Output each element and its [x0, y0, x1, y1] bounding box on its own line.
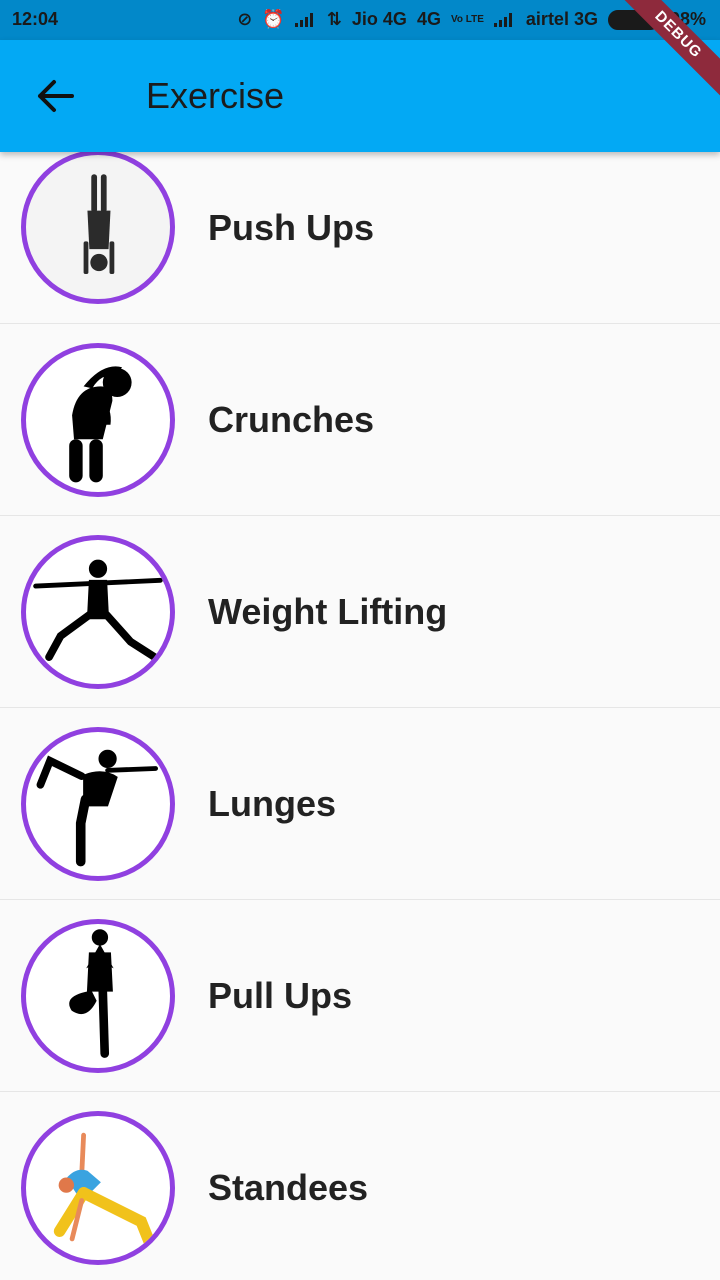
triangle-pose-icon — [21, 1111, 175, 1265]
carrier-1: Jio 4G — [351, 9, 407, 29]
alarm-clock-icon: ⏰ — [262, 9, 285, 29]
app-bar: Exercise — [0, 40, 720, 152]
arrow-back-icon[interactable] — [32, 74, 80, 118]
list-item-crunches[interactable]: Crunches — [0, 324, 720, 516]
list-item-lunges[interactable]: Lunges — [0, 708, 720, 900]
signal-icon-2 — [493, 12, 516, 27]
alarm-off-icon: ⊘ — [237, 9, 253, 29]
exercise-label: Weight Lifting — [208, 591, 448, 632]
exercise-list: Push Ups Crunches Weight Lifting Lunges … — [0, 150, 720, 1280]
exercise-label: Standees — [208, 1167, 369, 1208]
exercise-label: Lunges — [208, 783, 337, 824]
page-title: Exercise — [146, 75, 285, 116]
carrier-2: airtel 3G — [525, 9, 598, 29]
dancer-pose-icon — [21, 727, 175, 881]
exercise-label: Crunches — [208, 399, 375, 440]
handstand-icon — [21, 150, 175, 304]
signal-icon — [294, 12, 317, 27]
tree-pose-icon — [21, 919, 175, 1073]
warrior-pose-icon — [21, 535, 175, 689]
status-time: 12:04 — [12, 9, 59, 29]
list-item-standees[interactable]: Standees — [0, 1092, 720, 1280]
exercise-label: Pull Ups — [208, 975, 353, 1016]
list-item-push-ups[interactable]: Push Ups — [0, 150, 720, 324]
list-item-weight-lifting[interactable]: Weight Lifting — [0, 516, 720, 708]
volte-icon: Vo LTE — [450, 13, 484, 25]
list-item-pull-ups[interactable]: Pull Ups — [0, 900, 720, 1092]
exercise-label: Push Ups — [208, 207, 375, 248]
status-bar: 12:04 ⊘ ⏰ ⇅ Jio 4G 4G Vo LTE airtel 3G 9… — [0, 0, 720, 40]
data-transfer-icon: ⇅ — [326, 9, 342, 29]
network-type: 4G — [416, 9, 441, 29]
status-icons: ⊘ ⏰ ⇅ Jio 4G 4G Vo LTE airtel 3G 98% — [237, 9, 706, 30]
side-bend-icon — [21, 343, 175, 497]
